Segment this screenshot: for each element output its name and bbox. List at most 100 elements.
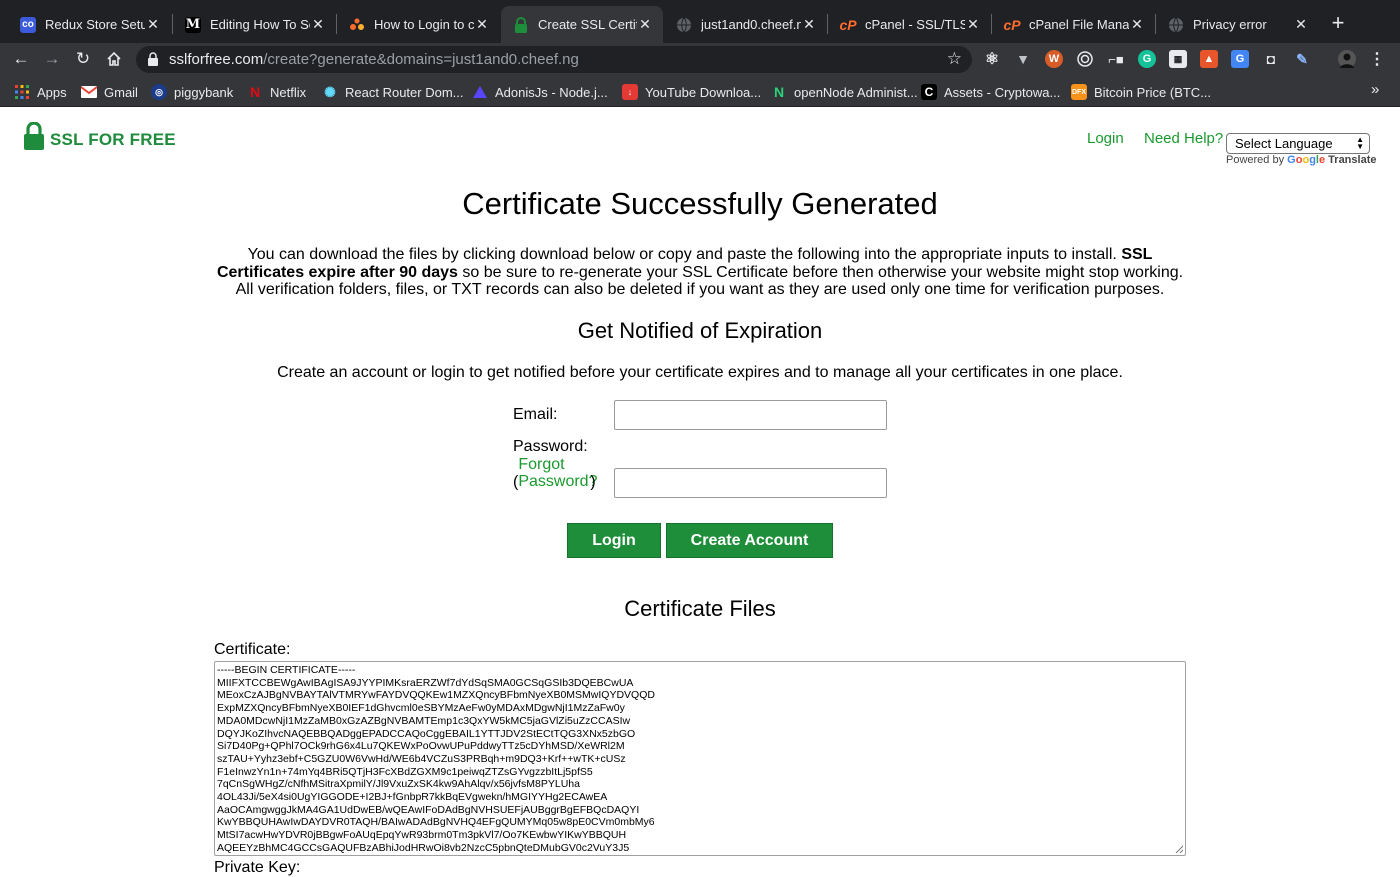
site-logo[interactable]: SSL FOR FREE <box>24 122 176 150</box>
tab-title: Create SSL Certific <box>538 17 637 32</box>
bookmark-apps[interactable]: Apps <box>14 83 67 101</box>
forward-arrow-icon[interactable]: → <box>40 47 64 71</box>
chevron-double-right-icon[interactable]: » <box>1371 81 1379 98</box>
google-letter: G <box>1287 154 1296 166</box>
bookmark-label: Bitcoin Price (BTC... <box>1094 84 1212 100</box>
close-icon[interactable]: ✕ <box>801 16 817 33</box>
need-help-link[interactable]: Need Help? <box>1144 130 1223 147</box>
tab-redux-store-setup[interactable]: co Redux Store Setup ✕ <box>8 6 171 43</box>
wordpress-icon[interactable]: W <box>1045 50 1063 68</box>
notify-heading: Get Notified of Expiration <box>577 318 823 343</box>
star-icon[interactable]: ☆ <box>947 49 962 69</box>
grammarly-icon[interactable]: G <box>1138 50 1156 68</box>
google-logo: Google <box>1287 154 1325 166</box>
tab-cpanel-file-manager[interactable]: cP cPanel File Manag ✕ <box>992 6 1155 43</box>
bookmark-label: Assets - Cryptowa... <box>944 84 1061 100</box>
logo-text: SSL FOR FREE <box>50 130 176 149</box>
create-account-button[interactable]: Create Account <box>666 523 833 558</box>
close-icon[interactable]: ✕ <box>1293 16 1309 33</box>
tab-how-to-login-cpanel[interactable]: How to Login to cP ✕ <box>337 6 500 43</box>
password-field[interactable] <box>614 468 887 498</box>
certificate-files-heading: Certificate Files <box>624 596 776 621</box>
tab-title: How to Login to cP <box>374 17 474 32</box>
bookmark-label: YouTube Downloa... <box>645 84 762 100</box>
bookmark-label: React Router Dom... <box>345 84 464 100</box>
browser-toolbar: ← → ↻ sslforfree.com/create?generate&dom… <box>0 43 1400 76</box>
tab-privacy-error[interactable]: Privacy error ✕ <box>1156 6 1319 43</box>
avatar[interactable] <box>1338 50 1356 68</box>
globe-icon <box>1168 17 1184 33</box>
browser-tab-bar: co Redux Store Setup ✕ M Editing How To … <box>0 0 1400 43</box>
login-link[interactable]: Login <box>1087 130 1124 147</box>
url-text: sslforfree.com/create?generate&domains=j… <box>169 51 579 68</box>
bookmark-label: Netflix <box>270 84 307 100</box>
new-tab-button[interactable]: + <box>1325 10 1351 36</box>
bookmark-youtube-downloader[interactable]: ↓ YouTube Downloa... <box>622 83 761 101</box>
login-button[interactable]: Login <box>567 523 661 558</box>
home-icon[interactable] <box>102 47 126 71</box>
certificate-line: AQEEYzBhMC4GCCsGAQUFBzABhiJodHRwOi8vb2Nz… <box>217 841 630 854</box>
glasses-icon[interactable]: ⌐■ <box>1107 50 1125 68</box>
address-bar[interactable]: sslforfree.com/create?generate&domains=j… <box>136 46 972 73</box>
camera-icon[interactable]: ◘ <box>1262 50 1280 68</box>
close-icon[interactable]: ✕ <box>965 16 981 33</box>
bookmark-label: piggybank <box>174 84 234 100</box>
apps-grid-icon <box>14 84 30 100</box>
email-field[interactable] <box>614 400 887 430</box>
cryptowatch-icon: C <box>921 84 937 100</box>
globe-icon: ◎ <box>151 84 167 100</box>
medium-icon: M <box>185 16 201 33</box>
bookmark-gmail[interactable]: Gmail <box>81 83 138 101</box>
globe-icon <box>676 17 692 33</box>
close-icon[interactable]: ✕ <box>145 16 161 33</box>
bookmark-adonisjs[interactable]: AdonisJs - Node.j... <box>472 83 608 101</box>
certificate-textarea[interactable]: -----BEGIN CERTIFICATE----- MIIFXTCCBEWgA… <box>214 661 1186 856</box>
tab-editing-how-to[interactable]: M Editing How To Se ✕ <box>173 6 336 43</box>
tab-just1and0-cheef-ng[interactable]: just1and0.cheef.ng ✕ <box>664 6 827 43</box>
tab-title: cPanel File Manag <box>1029 17 1129 32</box>
certificate-line: MDA0MDcwNjI1MzZaMB0xGzAZBgNVBAMTEmp1c3Qx… <box>217 714 631 727</box>
bookmark-opennode[interactable]: N openNode Administ... <box>771 83 918 101</box>
close-icon[interactable]: ✕ <box>1129 16 1145 33</box>
cpanel-icon: cP <box>1003 16 1021 33</box>
opennode-icon: N <box>773 84 785 100</box>
target-icon[interactable] <box>1076 50 1094 68</box>
close-icon[interactable]: ✕ <box>310 16 326 33</box>
url-host: sslforfree.com <box>169 51 264 68</box>
download-icon: ↓ <box>622 84 638 100</box>
close-icon[interactable]: ✕ <box>637 16 653 33</box>
lock-icon <box>513 16 529 33</box>
certificate-line: DQYJKoZIhvcNAQEBBQADggEPADCCAQoCggEBAIL1… <box>217 727 636 740</box>
dots-icon <box>349 17 365 33</box>
google-translate-icon[interactable]: G <box>1231 50 1249 68</box>
bookmark-piggybank[interactable]: ◎ piggybank <box>151 83 233 101</box>
bookmark-label: Gmail <box>104 84 138 100</box>
bitcoin-icon: DFX <box>1071 84 1087 100</box>
cpanel-icon: cP <box>839 16 857 33</box>
resize-handle-icon[interactable] <box>1175 845 1183 853</box>
bookmark-bitcoin-price[interactable]: DFX Bitcoin Price (BTC... <box>1071 83 1211 101</box>
bookmark-netflix[interactable]: N Netflix <box>247 83 306 101</box>
lock-icon <box>24 122 44 150</box>
bookmark-label: openNode Administ... <box>794 84 918 100</box>
forgot-password-link[interactable]: Forgot Password? <box>518 456 597 491</box>
google-letter: g <box>1309 154 1316 166</box>
tab-cpanel-ssl-tls[interactable]: cP cPanel - SSL/TLS ✕ <box>828 6 991 43</box>
language-select[interactable]: Select Language ▲ ▼ <box>1226 133 1370 154</box>
certificate-line: szTAU+Yyhz3ebf+C5GZU0W6VwHd/WE6b4VCZuS3P… <box>217 752 626 765</box>
bookmark-cryptowatch[interactable]: C Assets - Cryptowa... <box>921 83 1060 101</box>
private-key-label: Private Key: <box>214 859 301 876</box>
close-icon[interactable]: ✕ <box>474 16 490 33</box>
vue-devtools-icon[interactable]: ▼ <box>1014 50 1032 68</box>
page-title: Certificate Successfully Generated <box>462 186 938 221</box>
tab-create-ssl-certificate[interactable]: Create SSL Certific ✕ <box>501 6 663 43</box>
reload-icon[interactable]: ↻ <box>71 47 95 71</box>
more-vert-icon[interactable]: ⋮ <box>1368 50 1386 68</box>
color-picker-icon[interactable]: ✎ <box>1293 50 1311 68</box>
screencastify-icon[interactable]: ▲ <box>1200 50 1218 68</box>
back-arrow-icon[interactable]: ← <box>9 47 33 71</box>
bookmark-react-router[interactable]: ✺ React Router Dom... <box>322 83 464 101</box>
qr-code-icon[interactable]: ▦ <box>1169 50 1187 68</box>
react-icon: ✺ <box>324 83 336 100</box>
react-devtools-icon[interactable]: ⚛ <box>983 50 1001 68</box>
